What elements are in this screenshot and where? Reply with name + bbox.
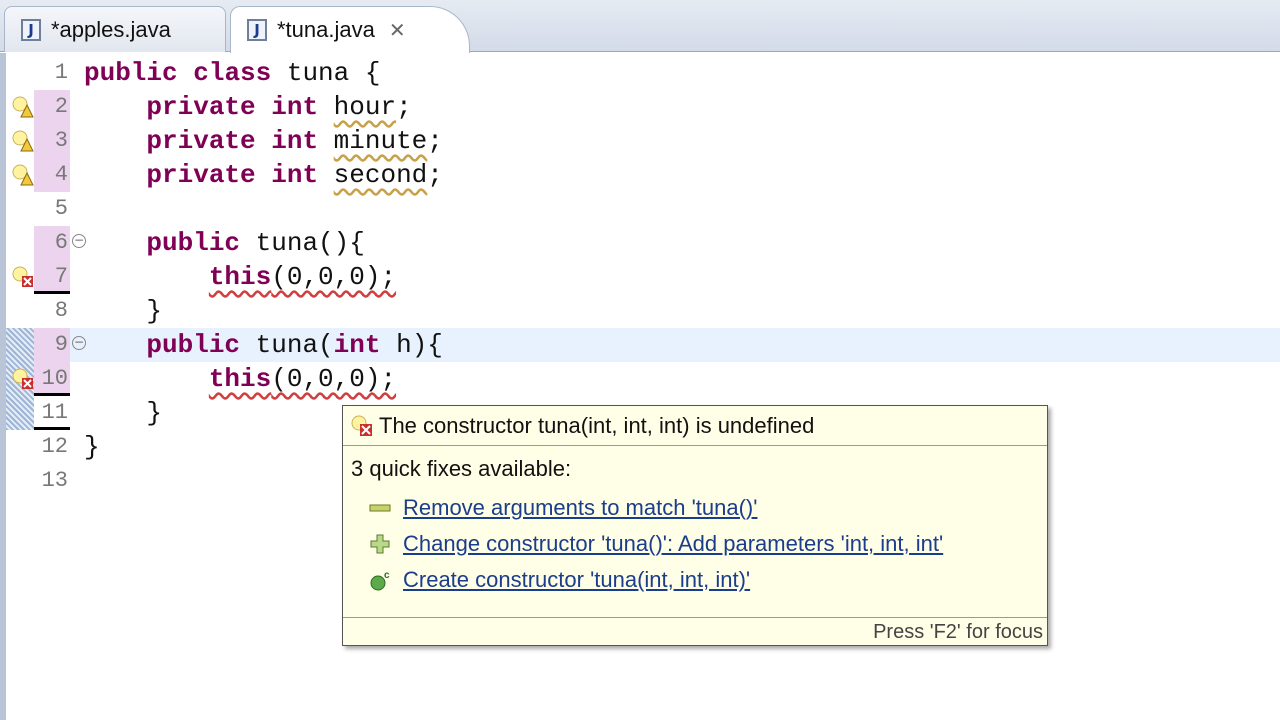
code-token: hour [333, 92, 397, 122]
line-number: 13 [41, 468, 68, 493]
java-file-icon: J [247, 19, 267, 41]
code-token: } [146, 296, 163, 326]
close-icon[interactable]: ✕ [389, 18, 406, 43]
code-text: } [84, 430, 100, 464]
code-token: this [208, 364, 272, 394]
quick-fix-remove-arguments[interactable]: Remove arguments to match 'tuna()' [343, 490, 1047, 526]
code-token: public [146, 228, 241, 258]
quick-fix-count: 3 quick fixes available: [351, 456, 572, 481]
code-token: private [146, 160, 256, 190]
code-token: minute [333, 126, 428, 156]
code-line[interactable]: 3 private int minute; [6, 124, 1280, 158]
tab-tuna-java[interactable]: J *tuna.java ✕ [230, 6, 470, 53]
code-token: this [208, 262, 272, 292]
code-token: second [333, 160, 428, 190]
code-token: ; [427, 160, 443, 190]
tab-label: *apples.java [51, 16, 171, 42]
code-text: private int minute; [84, 124, 443, 158]
code-token: int [333, 330, 381, 360]
code-text: public tuna(){ [84, 226, 365, 260]
constructor-icon: c [370, 570, 390, 591]
code-token: ; [396, 92, 412, 122]
quick-fix-popup: The constructor tuna(int, int, int) is u… [342, 405, 1048, 646]
warning-bulb-icon[interactable] [12, 130, 34, 152]
focus-hint: Press 'F2' for focus [343, 617, 1047, 645]
code-line[interactable]: 2 private int hour; [6, 90, 1280, 124]
code-text: } [84, 294, 162, 328]
add-icon [370, 534, 390, 554]
line-number: 11 [34, 396, 70, 430]
line-number: 2 [34, 90, 70, 124]
change-marker [6, 328, 34, 362]
code-text: public class tuna { [84, 56, 380, 90]
code-line[interactable]: 10 this(0,0,0); [6, 362, 1280, 396]
problem-message: The constructor tuna(int, int, int) is u… [379, 412, 815, 438]
code-text: this(0,0,0); [84, 260, 396, 294]
quick-fix-link[interactable]: Remove arguments to match 'tuna()' [403, 495, 757, 521]
code-token: int [271, 160, 319, 190]
change-marker [6, 396, 34, 430]
code-token: ; [427, 126, 443, 156]
code-line[interactable]: 8 } [6, 294, 1280, 328]
code-line[interactable]: 4 private int second; [6, 158, 1280, 192]
code-text: } [84, 396, 162, 430]
java-file-icon: J [21, 18, 41, 41]
code-token: public [84, 58, 178, 88]
code-line[interactable]: 6− public tuna(){ [6, 226, 1280, 260]
warning-bulb-icon[interactable] [12, 164, 34, 186]
code-token: } [84, 432, 100, 462]
code-token: public [146, 330, 241, 360]
code-token: h){ [380, 330, 443, 360]
line-number: 6 [34, 226, 70, 260]
quick-fix-create-constructor[interactable]: c Create constructor 'tuna(int, int, int… [343, 562, 1047, 598]
code-token: private [146, 92, 256, 122]
tab-apples-java[interactable]: J *apples.java [4, 6, 226, 52]
code-line[interactable]: 7 this(0,0,0); [6, 260, 1280, 294]
code-token: tuna { [271, 58, 381, 88]
code-line[interactable]: 9− public tuna(int h){ [6, 328, 1280, 362]
line-number: 7 [34, 260, 70, 294]
line-number: 8 [54, 298, 68, 323]
error-bulb-icon [351, 415, 372, 436]
code-text: public tuna(int h){ [84, 328, 443, 362]
code-token: (0,0,0); [271, 364, 397, 394]
editor-tab-bar: J *apples.java J *tuna.java ✕ [0, 0, 1280, 53]
code-token: tuna( [240, 330, 334, 360]
code-token: class [193, 58, 272, 88]
quick-fix-link[interactable]: Create constructor 'tuna(int, int, int)' [403, 567, 750, 593]
line-number: 12 [41, 434, 68, 459]
line-number: 5 [54, 196, 68, 221]
code-text: private int second; [84, 158, 443, 192]
quick-fix-link[interactable]: Change constructor 'tuna()': Add paramet… [403, 531, 943, 557]
code-token: private [146, 126, 256, 156]
code-text: private int hour; [84, 90, 412, 124]
code-token: int [271, 92, 319, 122]
error-bulb-icon[interactable] [12, 368, 34, 390]
remove-icon [369, 504, 391, 512]
line-number: 10 [34, 362, 70, 396]
tab-label: *tuna.java [277, 17, 375, 42]
line-number: 3 [34, 124, 70, 158]
line-number: 1 [54, 60, 68, 85]
code-token: tuna(){ [240, 228, 365, 258]
code-token: } [146, 398, 163, 428]
svg-text:c: c [384, 570, 390, 581]
code-text: this(0,0,0); [84, 362, 396, 396]
quick-fix-change-constructor[interactable]: Change constructor 'tuna()': Add paramet… [343, 526, 1047, 562]
error-bulb-icon[interactable] [12, 266, 34, 288]
warning-bulb-icon[interactable] [12, 96, 34, 118]
code-line[interactable]: 5 [6, 192, 1280, 226]
code-token: int [271, 126, 319, 156]
line-number: 9 [34, 328, 70, 362]
code-token: (0,0,0); [271, 262, 397, 292]
code-line[interactable]: 1 public class tuna { [6, 56, 1280, 90]
line-number: 4 [34, 158, 70, 192]
